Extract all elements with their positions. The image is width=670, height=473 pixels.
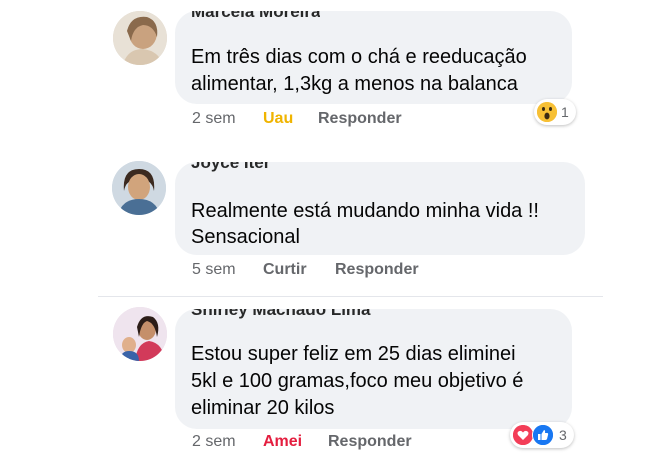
- comment-time[interactable]: 2 sem: [192, 110, 236, 128]
- avatar[interactable]: [113, 307, 167, 361]
- comment-text-line: Realmente está mudando minha vida !!: [191, 200, 539, 222]
- comment-text-line: Em três dias com o chá e reeducação: [191, 46, 527, 68]
- divider: [98, 296, 603, 297]
- avatar[interactable]: [113, 11, 167, 65]
- comment-bubble: Shirley Machado Lima Estou super feliz e…: [175, 309, 572, 429]
- like-icon: [532, 424, 554, 446]
- comment-text-line: Estou super feliz em 25 dias eliminei: [191, 343, 516, 365]
- avatar[interactable]: [112, 161, 166, 215]
- reaction-button[interactable]: Amei: [263, 433, 302, 451]
- reaction-summary[interactable]: 3: [510, 422, 574, 448]
- like-button[interactable]: Curtir: [263, 261, 307, 279]
- comment-time[interactable]: 5 sem: [192, 261, 236, 279]
- reaction-count: 1: [561, 104, 569, 120]
- comment-text-line: Sensacional: [191, 226, 300, 248]
- wow-icon: [537, 102, 557, 122]
- reply-button[interactable]: Responder: [335, 261, 419, 279]
- comment-text-line: alimentar, 1,3kg a menos na balanca: [191, 73, 518, 95]
- reply-button[interactable]: Responder: [318, 110, 402, 128]
- comment-bubble: Marcela Moreira Em três dias com o chá e…: [175, 11, 572, 104]
- comment-time[interactable]: 2 sem: [192, 433, 236, 451]
- reaction-button[interactable]: Uau: [263, 110, 293, 128]
- comment-bubble: Joyce Iter Realmente está mudando minha …: [175, 162, 585, 255]
- comment-author[interactable]: Joyce Iter: [191, 162, 270, 176]
- comment-author[interactable]: Shirley Machado Lima: [191, 309, 371, 323]
- comment-text-line: eliminar 20 kilos: [191, 397, 335, 419]
- comment-author[interactable]: Marcela Moreira: [191, 11, 320, 25]
- reaction-summary[interactable]: 1: [534, 99, 576, 125]
- comment-text-line: 5kl e 100 gramas,foco meu objetivo é: [191, 370, 524, 392]
- love-icon: [513, 425, 533, 445]
- reaction-count: 3: [559, 427, 567, 443]
- reply-button[interactable]: Responder: [328, 433, 412, 451]
